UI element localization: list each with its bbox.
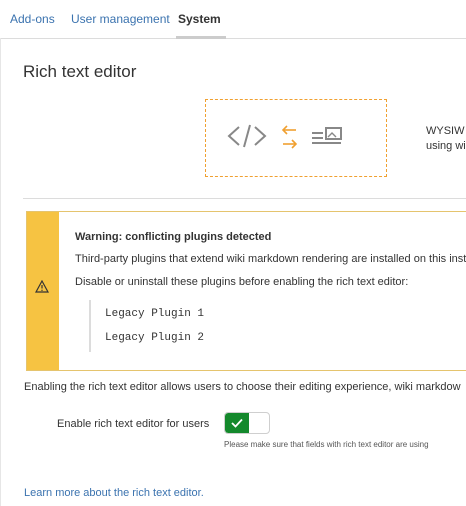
- warning-title: Warning: conflicting plugins detected: [75, 231, 272, 243]
- section-divider: [23, 198, 466, 199]
- plugin-item: Legacy Plugin 1: [105, 308, 205, 320]
- hero-description: WYSIW using wi: [426, 124, 466, 154]
- toggle-label: Enable rich text editor for users: [57, 418, 210, 430]
- check-icon: [231, 418, 243, 428]
- page-title: Rich text editor: [23, 62, 137, 81]
- hero-text-line2: using wi: [426, 140, 466, 152]
- toggle-help-text: Please make sure that fields with rich t…: [224, 440, 429, 449]
- warning-instruction: Disable or uninstall these plugins befor…: [75, 276, 409, 288]
- editor-illustration: [205, 99, 387, 177]
- code-brackets-icon: [227, 124, 267, 148]
- tab-add-ons[interactable]: Add-ons: [10, 12, 55, 26]
- content-left-border: [0, 38, 1, 506]
- admin-tabs: Add-ons User management System: [0, 0, 466, 39]
- toggle-knob: [250, 414, 268, 432]
- warning-text: Third-party plugins that extend wiki mar…: [75, 253, 466, 265]
- tab-user-management[interactable]: User management: [71, 12, 170, 26]
- plugin-list-rule: [89, 300, 91, 352]
- warning-triangle-icon: [34, 279, 50, 298]
- enable-description: Enabling the rich text editor allows use…: [24, 381, 461, 393]
- wysiwyg-image-icon: [312, 127, 342, 144]
- plugin-item: Legacy Plugin 2: [105, 332, 205, 344]
- warning-bar: [27, 212, 59, 370]
- swap-arrows-icon: [281, 125, 298, 149]
- hero-text-line1: WYSIW: [426, 125, 465, 137]
- warning-panel: Warning: conflicting plugins detected Th…: [26, 211, 466, 371]
- toggle-on-state: [225, 413, 249, 433]
- tab-system[interactable]: System: [178, 12, 221, 26]
- enable-rich-text-toggle[interactable]: [224, 412, 270, 434]
- learn-more-link[interactable]: Learn more about the rich text editor.: [24, 487, 204, 499]
- active-tab-indicator: [176, 36, 226, 39]
